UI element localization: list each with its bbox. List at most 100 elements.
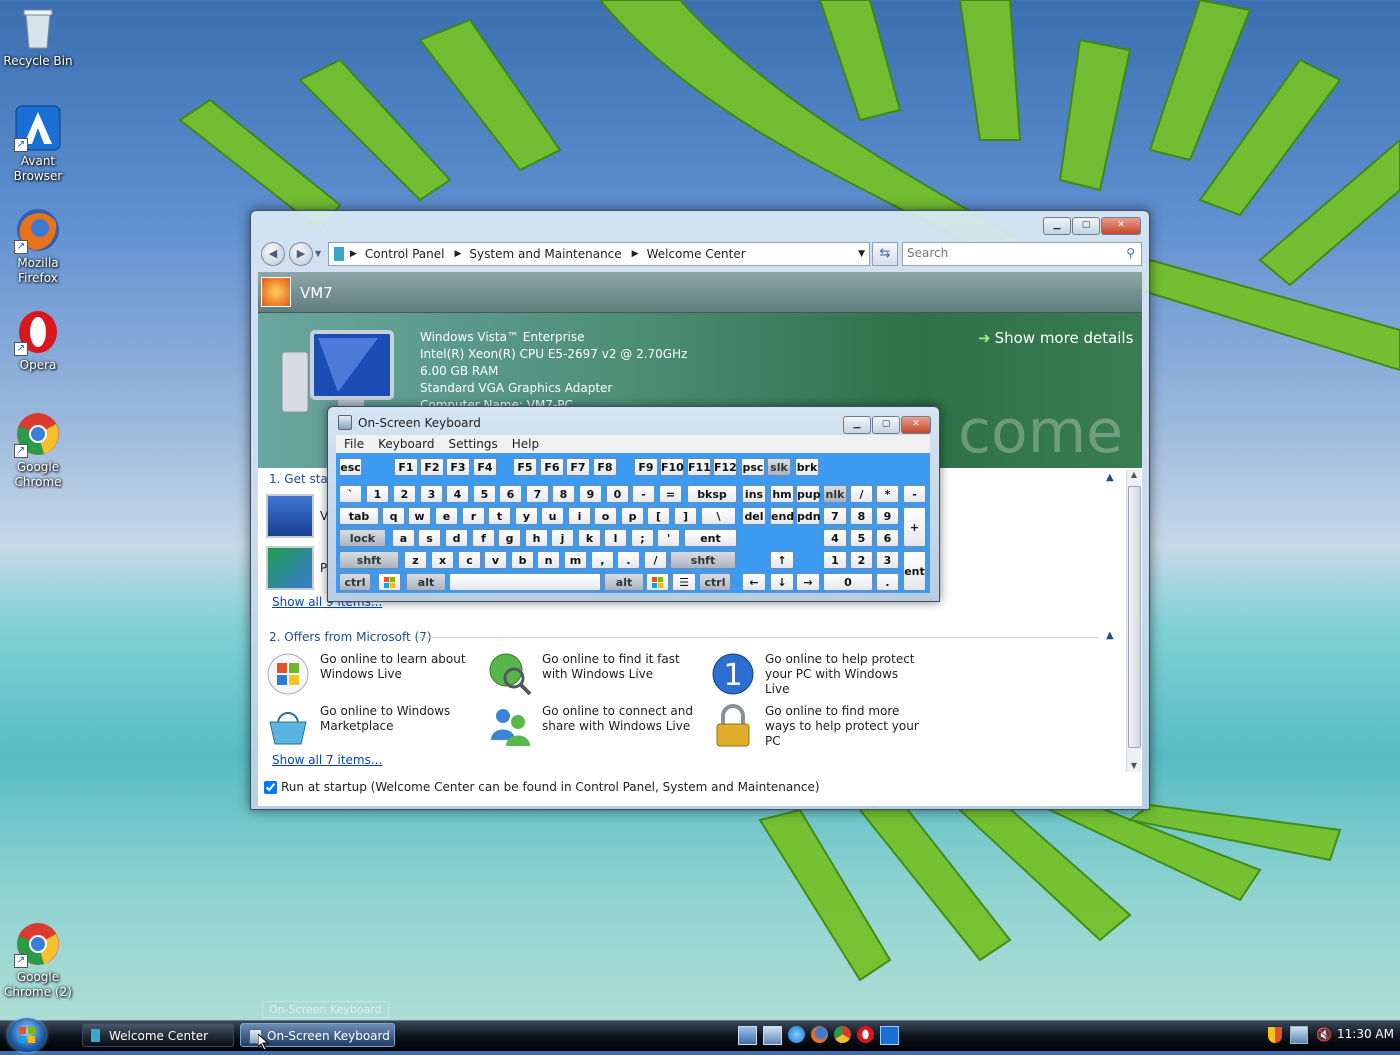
osk-minimize-button[interactable]: ▁ — [843, 416, 871, 434]
key-right-alt[interactable]: alt — [604, 573, 644, 591]
key-m[interactable]: m — [564, 551, 587, 569]
key-lock[interactable]: lock — [339, 529, 386, 547]
show-desktop-icon[interactable] — [738, 1026, 757, 1045]
breadcrumb-arrow-icon[interactable]: ▶ — [350, 249, 357, 259]
key-psc[interactable]: psc — [741, 458, 765, 476]
offer-windows-marketplace[interactable]: Go online to Windows Marketplace — [266, 704, 466, 748]
key-symbol-top-12[interactable]: ] — [674, 507, 697, 525]
offer-protect-windows-live[interactable]: 1 Go online to help protect your PC with… — [711, 652, 921, 697]
key-j[interactable]: j — [551, 529, 574, 547]
content-scrollbar[interactable]: ▲ ▼ — [1126, 470, 1141, 772]
key-d[interactable]: d — [445, 529, 468, 547]
key-z[interactable]: z — [404, 551, 427, 569]
key-4[interactable]: 4 — [446, 485, 469, 503]
key-shft[interactable]: shft — [670, 551, 736, 569]
key-2[interactable]: 2 — [850, 551, 873, 569]
key-hm[interactable]: hm — [770, 485, 794, 503]
key-slk[interactable]: slk — [767, 458, 791, 476]
key-symbol-19[interactable]: * — [876, 485, 899, 503]
key-h[interactable]: h — [525, 529, 548, 547]
key-left-ctrl[interactable]: ctrl — [339, 573, 371, 591]
key-esc[interactable]: esc — [339, 458, 362, 476]
key-shft[interactable]: shft — [339, 551, 399, 569]
breadcrumb-arrow-icon[interactable]: ▶ — [632, 249, 639, 259]
key-space[interactable] — [449, 573, 601, 591]
desktop-icon-opera[interactable]: ↗ Opera — [0, 308, 76, 373]
breadcrumb-control-panel[interactable]: Control Panel — [365, 247, 445, 261]
search-box[interactable]: ⚲ — [902, 242, 1142, 266]
key-brk[interactable]: brk — [795, 458, 819, 476]
key-symbol-home-10[interactable]: ; — [631, 529, 654, 547]
key-left-windows[interactable] — [378, 573, 401, 591]
close-button[interactable]: ✕ — [1101, 217, 1141, 235]
offer-connect-share[interactable]: Go online to connect and share with Wind… — [488, 704, 698, 748]
forward-button[interactable]: ▶ — [289, 242, 313, 266]
key-1[interactable]: 1 — [823, 551, 847, 569]
search-input[interactable] — [903, 243, 1111, 263]
section-offers-title[interactable]: 2. Offers from Microsoft (7) — [269, 630, 432, 644]
key-l[interactable]: l — [604, 529, 627, 547]
key-symbol-top-11[interactable]: [ — [647, 507, 670, 525]
key-3[interactable]: 3 — [420, 485, 443, 503]
key-pup[interactable]: pup — [796, 485, 821, 503]
maximize-button[interactable]: ▢ — [1072, 217, 1100, 235]
section-collapse-icon[interactable]: ▲ — [1106, 472, 1114, 483]
desktop-icon-google-chrome[interactable]: ↗ Google Chrome — [0, 410, 76, 490]
key-8[interactable]: 8 — [552, 485, 575, 503]
key-f[interactable]: f — [472, 529, 495, 547]
offer-find-fast-windows-live[interactable]: Go online to find it fast with Windows L… — [488, 652, 698, 696]
key-symbol-20[interactable]: - — [903, 485, 926, 503]
osk-menu-help[interactable]: Help — [512, 437, 539, 451]
desktop-icon-recycle-bin[interactable]: Recycle Bin — [0, 4, 76, 69]
key-k[interactable]: k — [578, 529, 601, 547]
osk-menu-file[interactable]: File — [344, 437, 364, 451]
key-5[interactable]: 5 — [473, 485, 496, 503]
chrome-quicklaunch-icon[interactable] — [834, 1026, 851, 1043]
key-numpad-plus[interactable]: + — [903, 507, 926, 547]
key-symbol-home-11[interactable]: ' — [657, 529, 680, 547]
scroll-thumb[interactable] — [1128, 486, 1141, 748]
key-9[interactable]: 9 — [876, 507, 899, 525]
key-y[interactable]: y — [515, 507, 538, 525]
osk-menu-settings[interactable]: Settings — [449, 437, 498, 451]
key-symbol-0[interactable]: ` — [339, 485, 362, 503]
opera-quicklaunch-icon[interactable] — [857, 1026, 874, 1043]
run-at-startup-checkbox[interactable] — [264, 780, 277, 794]
key-del[interactable]: del — [742, 507, 766, 525]
key-a[interactable]: a — [392, 529, 415, 547]
key-f4[interactable]: F4 — [473, 458, 497, 476]
osk-close-button[interactable]: ✕ — [901, 416, 931, 434]
key-2[interactable]: 2 — [393, 485, 416, 503]
key-right-windows[interactable] — [646, 573, 669, 591]
key-symbol-12[interactable]: = — [659, 485, 682, 503]
key-f8[interactable]: F8 — [593, 458, 617, 476]
key-symbol-11[interactable]: - — [632, 485, 655, 503]
key-9[interactable]: 9 — [579, 485, 602, 503]
get-started-item[interactable]: V — [266, 494, 328, 538]
firefox-quicklaunch-icon[interactable] — [811, 1026, 828, 1043]
desktop-icon-mozilla-firefox[interactable]: ↗ Mozilla Firefox — [0, 206, 76, 286]
key-f7[interactable]: F7 — [566, 458, 590, 476]
search-icon[interactable]: ⚲ — [1126, 246, 1135, 260]
breadcrumb-arrow-icon[interactable]: ▶ — [455, 249, 462, 259]
offer-learn-windows-live[interactable]: Go online to learn about Windows Live — [266, 652, 466, 696]
key-7[interactable]: 7 — [823, 507, 847, 525]
key-0[interactable]: 0 — [606, 485, 629, 503]
get-started-item[interactable]: P — [266, 546, 327, 590]
refresh-button[interactable]: ⇆ — [872, 242, 898, 266]
key-x[interactable]: x — [431, 551, 454, 569]
key-right-ctrl[interactable]: ctrl — [699, 573, 731, 591]
desktop-icon-google-chrome-2[interactable]: ↗ Google Chrome (2) — [0, 920, 76, 1000]
key-4[interactable]: 4 — [823, 529, 847, 547]
key-symbol-top-13[interactable]: \ — [701, 507, 736, 525]
scroll-down-arrow-icon[interactable]: ▼ — [1127, 761, 1141, 770]
key-symbol-shift-10[interactable]: / — [644, 551, 667, 569]
key-r[interactable]: r — [462, 507, 485, 525]
key-f9[interactable]: F9 — [634, 458, 658, 476]
key-b[interactable]: b — [511, 551, 534, 569]
show-all-7-items-link[interactable]: Show all 7 items... — [272, 753, 382, 767]
volume-muted-icon[interactable]: 🔇 — [1316, 1028, 1332, 1043]
key-numpad-enter[interactable]: ent — [903, 551, 926, 591]
key-q[interactable]: q — [382, 507, 405, 525]
key-f1[interactable]: F1 — [394, 458, 418, 476]
